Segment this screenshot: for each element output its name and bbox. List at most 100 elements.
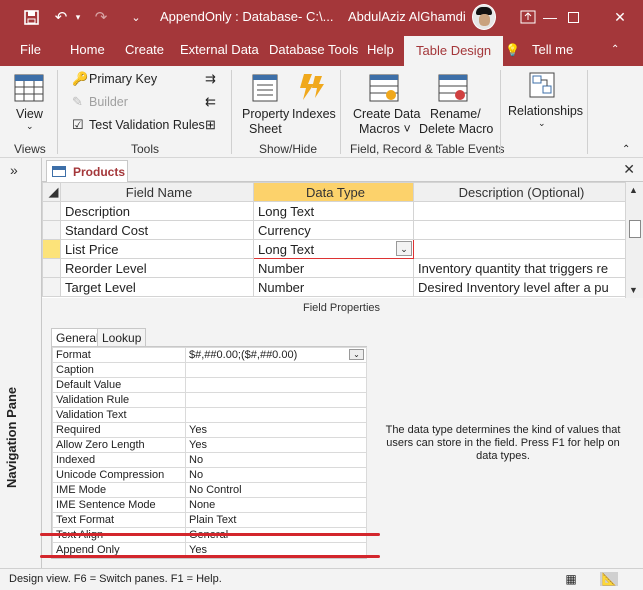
property-row[interactable]: Validation Text	[52, 407, 367, 423]
tab-table-design[interactable]: Table Design	[404, 36, 504, 66]
table-row[interactable]: Target Level Number Desired Inventory le…	[42, 277, 626, 297]
selector-header[interactable]: ◢	[42, 182, 61, 202]
relationships-dropdown-icon: ⌄	[538, 118, 546, 128]
insert-rows-icon[interactable]: ⇉	[205, 71, 216, 87]
tab-help[interactable]: Help	[367, 34, 394, 66]
description-cell[interactable]	[413, 201, 626, 221]
user-name[interactable]: AbdulAziz AlGhamdi	[348, 9, 466, 24]
table-row[interactable]: Standard Cost Currency	[42, 220, 626, 240]
field-name-cell[interactable]: Description	[60, 201, 254, 221]
group-separator	[500, 70, 501, 154]
property-row[interactable]: Indexed No	[52, 452, 367, 468]
vertical-scrollbar[interactable]: ▲ ▼	[625, 182, 643, 298]
property-value[interactable]: Yes	[185, 422, 367, 438]
maximize-icon[interactable]	[550, 0, 596, 34]
tab-general[interactable]: General	[51, 328, 104, 348]
collapse-ribbon-icon[interactable]: ⌃	[622, 144, 630, 155]
undo-icon[interactable]: ↶	[50, 0, 72, 34]
scroll-down-icon[interactable]: ▼	[629, 285, 638, 295]
property-row[interactable]: Format $#,##0.00;($#,##0.00) ⌄	[52, 347, 367, 363]
scroll-thumb[interactable]	[629, 220, 641, 238]
undo-dropdown-icon[interactable]: ▾	[72, 0, 84, 34]
tell-me-search[interactable]: Tell me	[532, 34, 573, 66]
document-tab-products[interactable]: Products	[46, 160, 128, 182]
delete-rows-icon[interactable]: ⇇	[205, 94, 216, 110]
lightbulb-icon: 💡	[505, 43, 520, 57]
ribbon-tabs: File Home Create External Data Database …	[0, 34, 643, 66]
property-sheet-label-2: Sheet	[249, 122, 282, 136]
document-tab-label: Products	[73, 165, 126, 179]
property-row[interactable]: IME Mode No Control	[52, 482, 367, 498]
data-type-combobox[interactable]: Long Text ⌄	[253, 239, 414, 259]
data-type-cell[interactable]: Number	[253, 277, 414, 297]
datasheet-view-icon[interactable]: ▦	[562, 572, 580, 586]
primary-key-button[interactable]: Primary Key	[89, 72, 157, 86]
property-value[interactable]: No Control	[185, 482, 367, 498]
property-row[interactable]: Required Yes	[52, 422, 367, 438]
tab-home[interactable]: Home	[70, 34, 105, 66]
close-document-icon[interactable]: ✕	[623, 161, 635, 178]
property-row[interactable]: Unicode Compression No	[52, 467, 367, 483]
property-value[interactable]	[185, 377, 367, 393]
property-value[interactable]: None	[185, 497, 367, 513]
tab-database-tools[interactable]: Database Tools	[269, 34, 358, 66]
tab-file[interactable]: File	[20, 34, 41, 66]
description-cell[interactable]: Inventory quantity that triggers re	[413, 258, 626, 278]
property-value[interactable]: Yes	[185, 437, 367, 453]
property-value[interactable]	[185, 392, 367, 408]
row-selector[interactable]	[42, 277, 61, 297]
data-type-cell[interactable]: Long Text	[253, 201, 414, 221]
row-selector[interactable]	[42, 201, 61, 221]
property-row[interactable]: Validation Rule	[52, 392, 367, 408]
table-row[interactable]: List Price Long Text ⌄	[42, 239, 626, 259]
property-value[interactable]: Plain Text	[185, 512, 367, 528]
description-cell[interactable]: Desired Inventory level after a pu	[413, 277, 626, 297]
design-view-icon[interactable]: 📐	[600, 572, 618, 586]
property-row[interactable]: Allow Zero Length Yes	[52, 437, 367, 453]
field-name-cell[interactable]: Standard Cost	[60, 220, 254, 240]
close-icon[interactable]: ✕	[597, 0, 643, 34]
property-row[interactable]: Default Value	[52, 377, 367, 393]
table-row[interactable]: Reorder Level Number Inventory quantity …	[42, 258, 626, 278]
property-value[interactable]: No	[185, 467, 367, 483]
save-icon[interactable]	[20, 0, 42, 34]
row-selector[interactable]	[42, 258, 61, 278]
chevron-down-icon[interactable]: ⌄	[396, 241, 412, 256]
field-name-cell[interactable]: Reorder Level	[60, 258, 254, 278]
navigation-pane[interactable]: » Navigation Pane	[0, 158, 42, 568]
property-row[interactable]: Text Format Plain Text	[52, 512, 367, 528]
expand-nav-pane-icon[interactable]: »	[10, 162, 18, 178]
property-value[interactable]: No	[185, 452, 367, 468]
column-header-field-name: Field Name	[60, 182, 254, 202]
row-selector[interactable]	[42, 220, 61, 240]
table-icon	[52, 166, 66, 177]
description-cell[interactable]	[413, 220, 626, 240]
customize-qat-icon[interactable]: ⌄	[128, 0, 144, 34]
column-header-description: Description (Optional)	[413, 182, 626, 202]
field-name-cell[interactable]: Target Level	[60, 277, 254, 297]
row-selector-current[interactable]	[42, 239, 61, 259]
collapse-ribbon-icon[interactable]: ⌃	[611, 34, 619, 66]
property-name: IME Mode	[52, 482, 186, 498]
window-title: AppendOnly : Database- C:\...	[160, 9, 334, 24]
tab-lookup[interactable]: Lookup	[97, 328, 147, 347]
modify-lookups-icon[interactable]: ⊞	[205, 117, 216, 133]
data-type-cell[interactable]: Currency	[253, 220, 414, 240]
format-field[interactable]: $#,##0.00;($#,##0.00) ⌄	[185, 347, 367, 363]
property-value[interactable]	[185, 362, 367, 378]
tab-create[interactable]: Create	[125, 34, 164, 66]
avatar[interactable]	[472, 4, 496, 30]
group-showhide-label: Show/Hide	[259, 142, 318, 156]
table-row[interactable]: Description Long Text	[42, 201, 626, 221]
property-value[interactable]	[185, 407, 367, 423]
scroll-up-icon[interactable]: ▲	[629, 185, 638, 195]
field-grid[interactable]: ◢ Field Name Data Type Description (Opti…	[42, 182, 643, 298]
property-row[interactable]: IME Sentence Mode None	[52, 497, 367, 513]
tab-external-data[interactable]: External Data	[180, 34, 259, 66]
field-name-cell[interactable]: List Price	[60, 239, 254, 259]
description-cell[interactable]	[413, 239, 626, 259]
property-row[interactable]: Caption	[52, 362, 367, 378]
chevron-down-icon[interactable]: ⌄	[349, 349, 364, 360]
data-type-cell[interactable]: Number	[253, 258, 414, 278]
test-validation-button[interactable]: Test Validation Rules	[89, 118, 205, 132]
